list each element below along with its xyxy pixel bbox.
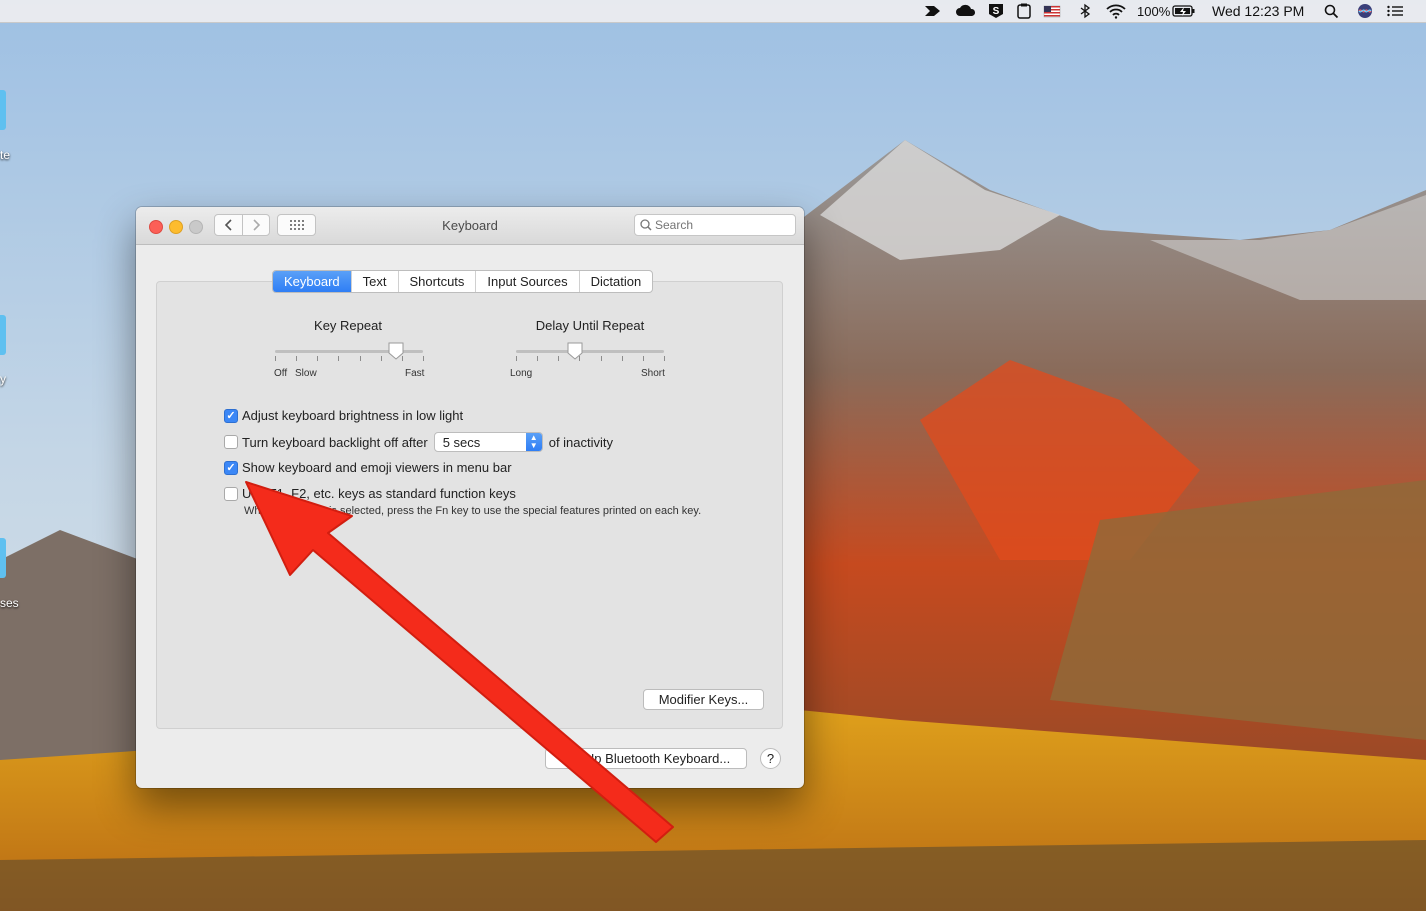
battery-icon[interactable]	[1172, 3, 1196, 19]
s-icon[interactable]: S	[987, 3, 1005, 19]
slider-tick	[664, 356, 665, 361]
svg-text:S: S	[993, 6, 1000, 17]
slider-tick	[516, 356, 517, 361]
option-label: Use F1, F2, etc. keys as standard functi…	[242, 486, 516, 501]
option-backlight-off[interactable]: Turn keyboard backlight off after 5 secs…	[224, 432, 613, 452]
slider-tick	[275, 356, 276, 361]
desktop-icon-label: y	[0, 372, 6, 386]
tab-shortcuts[interactable]: Shortcuts	[399, 271, 477, 292]
checkbox-unchecked[interactable]	[224, 435, 238, 449]
desktop-icon[interactable]	[0, 90, 6, 130]
notification-center-icon[interactable]	[1386, 3, 1404, 19]
tab-bar: Keyboard Text Shortcuts Input Sources Di…	[272, 270, 654, 293]
slider-tick	[360, 356, 361, 361]
menu-clock[interactable]: Wed 12:23 PM	[1212, 3, 1304, 19]
battery-percent: 100%	[1137, 3, 1171, 19]
checkbox-unchecked[interactable]	[224, 486, 238, 501]
slider-tick	[423, 356, 424, 361]
option-suffix: of inactivity	[548, 434, 614, 450]
help-button[interactable]: ?	[760, 748, 781, 769]
checkbox-checked[interactable]: ✓	[224, 460, 238, 475]
select-value: 5 secs	[442, 434, 481, 450]
search-field[interactable]	[634, 214, 796, 236]
desktop-icon[interactable]	[0, 315, 6, 355]
tab-text[interactable]: Text	[352, 271, 399, 292]
option-adjust-brightness[interactable]: ✓ Adjust keyboard brightness in low ligh…	[224, 408, 463, 423]
desktop-icon[interactable]	[0, 538, 6, 578]
delay-slider-thumb[interactable]	[567, 342, 583, 360]
tab-dictation[interactable]: Dictation	[580, 271, 653, 292]
search-icon	[640, 219, 652, 231]
spotlight-icon[interactable]	[1323, 3, 1341, 19]
menu-bar: S 100% Wed 12:23 PM	[0, 0, 1426, 23]
key-repeat-fast-label: Fast	[405, 368, 425, 379]
updown-arrows-icon: ▲ ▼	[525, 433, 542, 451]
tab-keyboard[interactable]: Keyboard	[273, 271, 352, 292]
fn-note: When this option is selected, press the …	[244, 505, 702, 517]
slider-tick	[381, 356, 382, 361]
wifi-icon[interactable]	[1105, 3, 1127, 19]
keyboard-preferences-window: Keyboard Keyboard Text Shortcuts Input S…	[136, 207, 804, 788]
search-input[interactable]	[655, 218, 785, 232]
bluetooth-keyboard-button[interactable]: Set Up Bluetooth Keyboard...	[545, 748, 747, 769]
arrow-icon[interactable]	[924, 3, 942, 19]
cloud-icon[interactable]	[955, 3, 977, 19]
delay-short-label: Short	[641, 368, 665, 379]
delay-until-repeat-label: Delay Until Repeat	[535, 318, 645, 333]
tab-input-sources[interactable]: Input Sources	[476, 271, 580, 292]
option-label: Turn keyboard backlight off after	[242, 434, 428, 450]
key-repeat-slider-thumb[interactable]	[388, 342, 404, 360]
slider-tick	[643, 356, 644, 361]
backlight-timeout-select[interactable]: 5 secs ▲ ▼	[433, 432, 543, 452]
slider-tick	[622, 356, 623, 361]
option-show-viewers[interactable]: ✓ Show keyboard and emoji viewers in men…	[224, 460, 512, 475]
delay-track[interactable]	[516, 350, 664, 353]
siri-icon[interactable]	[1356, 3, 1374, 19]
slider-tick	[296, 356, 297, 361]
slider-tick	[601, 356, 602, 361]
desktop-icon-label: ses	[0, 596, 19, 610]
slider-tick	[338, 356, 339, 361]
key-repeat-label: Key Repeat	[314, 318, 382, 333]
title-bar[interactable]: Keyboard	[136, 207, 804, 245]
slider-tick	[317, 356, 318, 361]
us-flag-icon[interactable]	[1043, 3, 1061, 19]
delay-long-label: Long	[510, 368, 533, 379]
bluetooth-icon[interactable]	[1076, 3, 1094, 19]
option-label: Show keyboard and emoji viewers in menu …	[242, 460, 512, 475]
key-repeat-off-label: Off	[274, 368, 288, 379]
key-repeat-slow-label: Slow	[295, 368, 317, 379]
slider-tick	[558, 356, 559, 361]
checkbox-checked[interactable]: ✓	[224, 408, 238, 423]
modifier-keys-button[interactable]: Modifier Keys...	[643, 689, 764, 710]
slider-tick	[537, 356, 538, 361]
option-label: Adjust keyboard brightness in low light	[242, 408, 464, 423]
option-function-keys[interactable]: Use F1, F2, etc. keys as standard functi…	[224, 486, 516, 501]
clipboard-icon[interactable]	[1015, 3, 1033, 19]
desktop-icon-label: te	[0, 148, 11, 162]
